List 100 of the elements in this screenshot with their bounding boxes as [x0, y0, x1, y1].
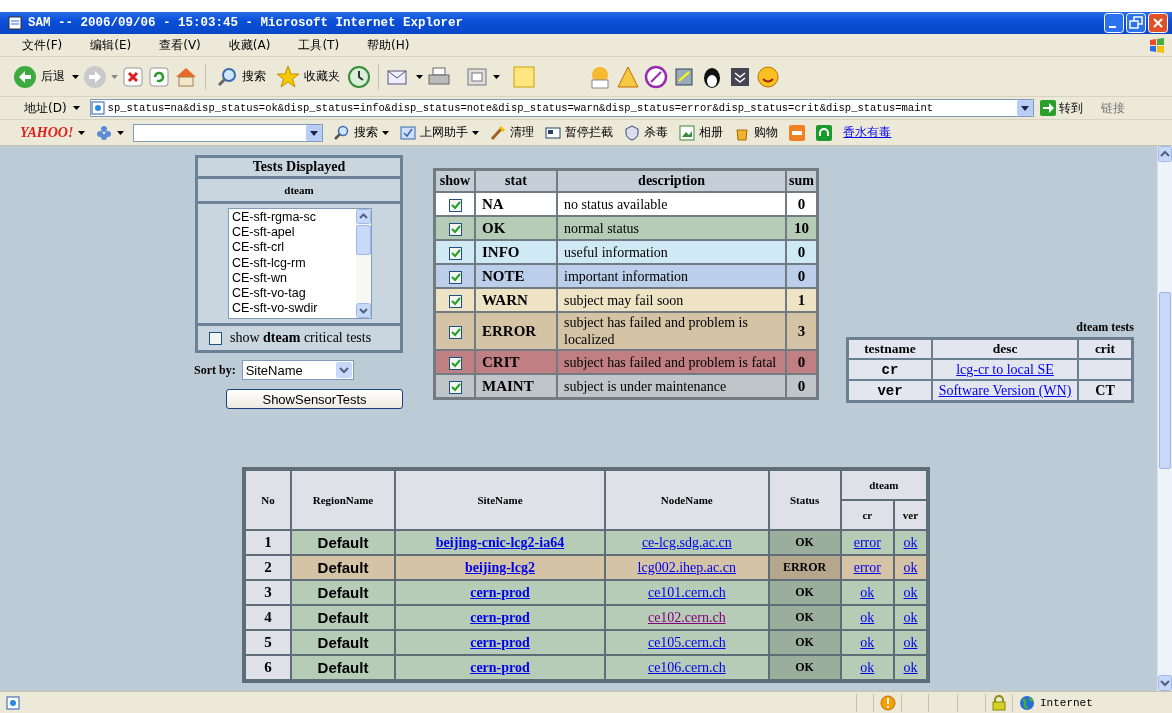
- column-header: No: [246, 471, 290, 529]
- list-item[interactable]: CE-sft-vo-swdir: [232, 301, 353, 317]
- checkbox[interactable]: [448, 246, 462, 260]
- table-cell: 5: [246, 631, 290, 654]
- caret-icon: [117, 130, 125, 135]
- menu-item[interactable]: 工具(T): [298, 36, 340, 54]
- search-button[interactable]: 搜索: [213, 63, 269, 90]
- column-header: desc: [933, 340, 1077, 358]
- column-header: show: [436, 171, 474, 191]
- go-arrow-icon: [1039, 100, 1056, 116]
- table-cell: no status available: [558, 193, 786, 215]
- window-icon: [545, 124, 562, 141]
- close-button[interactable]: [1148, 13, 1168, 33]
- search-field[interactable]: [133, 123, 324, 142]
- checkbox[interactable]: [448, 270, 462, 284]
- check-icon: [449, 295, 461, 307]
- scroll-up-button[interactable]: [1158, 146, 1172, 162]
- lock-icon: [992, 694, 1006, 711]
- show-sensor-tests-button[interactable]: ShowSensorTests: [226, 389, 403, 409]
- scroll-thumb[interactable]: [356, 225, 371, 255]
- toolbar-button[interactable]: 购物: [734, 124, 779, 141]
- table-cell: OK: [476, 217, 556, 239]
- links-button[interactable]: 链接: [1100, 99, 1125, 117]
- broom-icon: [490, 124, 507, 141]
- smiley-icon[interactable]: [756, 64, 780, 89]
- address-label: 地址(D): [24, 99, 67, 117]
- caret-icon: [111, 74, 118, 79]
- table-cell: Default: [292, 656, 394, 679]
- toolbar-button[interactable]: 相册: [679, 124, 724, 141]
- stop-icon[interactable]: [122, 65, 144, 88]
- toolbar-button[interactable]: 暂停拦截: [545, 124, 614, 141]
- maximize-button[interactable]: [1126, 13, 1146, 33]
- history-icon[interactable]: [347, 64, 371, 89]
- sort-select[interactable]: SiteName: [241, 360, 354, 380]
- menu-item[interactable]: 查看(V): [159, 36, 201, 54]
- list-item[interactable]: CE-sft-vo-tag: [232, 286, 353, 302]
- list-item[interactable]: CE-sft-lcg-rm: [232, 255, 353, 271]
- scroll-down-button[interactable]: [1158, 675, 1172, 691]
- table-cell: 10: [787, 217, 816, 239]
- photo-icon: [679, 124, 696, 141]
- window-title: SAM -- 2006/09/06 - 15:03:45 - Microsoft Internet Explorer: [28, 16, 465, 30]
- table-cell: NOTE: [476, 265, 556, 287]
- flower-icon[interactable]: [96, 124, 113, 141]
- scrollbar[interactable]: [1157, 146, 1172, 691]
- table-cell: 1: [246, 531, 290, 554]
- page-icon: [90, 101, 105, 115]
- table-cell: ver: [849, 381, 931, 400]
- table-cell: Default: [292, 606, 394, 629]
- list-item[interactable]: CE-sft-crl: [232, 240, 353, 256]
- checkbox[interactable]: [448, 325, 462, 339]
- zone-label: Internet: [1040, 696, 1093, 709]
- table-cell: 0: [787, 375, 816, 397]
- yahoo-logo[interactable]: YAHOO!: [20, 124, 74, 141]
- address-field[interactable]: sp_status=na&disp_status=ok&disp_status=info&disp_status=note&disp_status=warn&disp_status=error&disp_status=crit&disp_status=maint: [89, 99, 1034, 117]
- compass-icon[interactable]: [644, 64, 668, 89]
- rss-icon: [789, 124, 806, 141]
- toolbar-button[interactable]: 上网助手: [400, 124, 480, 141]
- menu-item[interactable]: 帮助(H): [367, 36, 410, 54]
- minimize-button[interactable]: [1104, 13, 1124, 33]
- page-icon: [6, 695, 20, 710]
- table-cell: 0: [787, 241, 816, 263]
- caret-icon: [78, 130, 86, 135]
- menu-item[interactable]: 编辑(E): [90, 36, 132, 54]
- list-item[interactable]: CE-sft-rgma-sc: [232, 210, 353, 226]
- scroll-down-button[interactable]: [356, 303, 371, 318]
- check-icon: [449, 223, 461, 235]
- menu-item[interactable]: 收藏(A): [228, 36, 271, 54]
- go-button[interactable]: 转到: [1039, 99, 1083, 117]
- headphones-icon: [816, 124, 833, 141]
- table-cell: CT: [1079, 381, 1131, 400]
- globe-icon: [1019, 694, 1035, 711]
- scroll-thumb[interactable]: [1159, 292, 1171, 469]
- column-header: testname: [849, 340, 931, 358]
- test-listbox[interactable]: CE-sft-rgma-sc CE-sft-apel CE-sft-crl CE-sft-lcg-rm CE-sft-wn CE-sft-vo-tag CE-sft-vo-swdir: [228, 208, 372, 319]
- list-item[interactable]: CE-sft-wn: [232, 270, 353, 286]
- table-cell: 0: [787, 351, 816, 373]
- column-header: cr: [841, 501, 893, 529]
- list-item[interactable]: CE-sft-apel: [232, 225, 353, 241]
- toolbar-button[interactable]: 清理: [490, 124, 535, 141]
- favorites-button[interactable]: 收藏夹: [273, 62, 343, 91]
- scroll-up-button[interactable]: [356, 209, 371, 224]
- toolbar-button[interactable]: 杀毒: [624, 124, 669, 141]
- search-button[interactable]: 搜索: [334, 124, 390, 141]
- checkbox[interactable]: [209, 331, 222, 345]
- checkbox[interactable]: [448, 198, 462, 212]
- checkbox[interactable]: [448, 380, 462, 394]
- back-button[interactable]: 后退: [10, 62, 68, 91]
- caret-icon: [472, 130, 480, 135]
- menu-item[interactable]: 文件(F): [22, 36, 63, 54]
- column-header: crit: [1079, 340, 1131, 358]
- checkbox[interactable]: [448, 294, 462, 308]
- shield-icon: [624, 124, 641, 141]
- checkbox[interactable]: [448, 356, 462, 370]
- column-header: description: [558, 171, 786, 191]
- table-cell: subject has failed and problem is localized: [558, 313, 786, 349]
- refresh-icon[interactable]: [148, 65, 170, 88]
- printer-icon[interactable]: [427, 65, 451, 88]
- link[interactable]: 香水有毒: [843, 124, 892, 141]
- caret-icon: [416, 74, 423, 79]
- checkbox[interactable]: [448, 222, 462, 236]
